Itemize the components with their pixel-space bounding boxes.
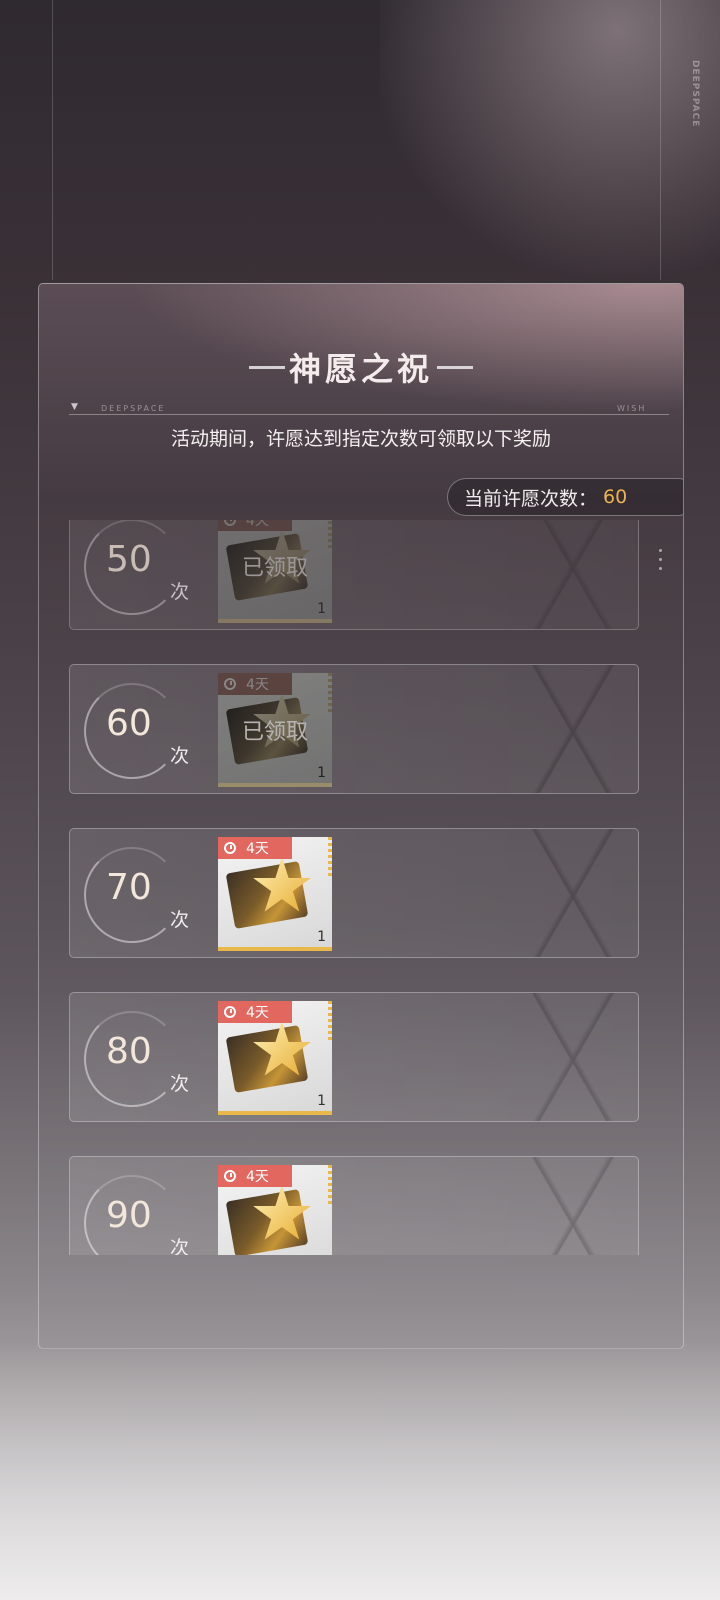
duration-text: 4天 — [246, 841, 269, 857]
milestone-count: 50 — [106, 539, 152, 580]
reward-item[interactable]: 4天 1 已领取 — [218, 673, 332, 787]
reward-row[interactable]: 70 次 4天 1 — [69, 828, 639, 958]
duration-tag: 4天 — [218, 1001, 292, 1023]
reward-card-icon — [225, 1025, 309, 1093]
triangle-pattern — [508, 520, 638, 629]
reward-edge — [328, 1165, 332, 1205]
deco-label-left: DEEPSPACE — [101, 404, 166, 413]
reward-card-icon — [225, 861, 309, 929]
reward-item[interactable]: 4天 1 — [218, 1001, 332, 1115]
reward-item[interactable]: 4天 1 — [218, 1165, 332, 1255]
background-line — [52, 0, 53, 280]
triangle-pattern — [508, 993, 638, 1121]
panel-subtitle: 活动期间，许愿达到指定次数可领取以下奖励 — [170, 428, 551, 450]
duration-text: 4天 — [246, 1005, 269, 1021]
reward-row[interactable]: 80 次 4天 1 — [69, 992, 639, 1122]
wish-reward-panel: 神愿之祝 ▼ DEEPSPACE WISH 活动期间，许愿达到指定次数可领取以下… — [38, 283, 684, 1349]
background-line — [660, 0, 661, 280]
milestone-count: 70 — [106, 867, 152, 908]
clock-icon — [224, 842, 236, 854]
background-glow — [380, 0, 720, 300]
triangle-pattern — [508, 665, 638, 793]
watermark-text: DEEPSPACE — [690, 60, 700, 128]
triangle-marker-icon: ▼ — [71, 402, 78, 412]
reward-card-icon — [225, 1189, 309, 1255]
milestone-count: 90 — [106, 1195, 152, 1236]
reward-item[interactable]: 4天 1 已领取 — [218, 520, 332, 623]
reward-item[interactable]: 4天 1 — [218, 837, 332, 951]
header-divider — [69, 414, 669, 415]
reward-quantity: 1 — [317, 1093, 326, 1109]
milestone-unit: 次 — [170, 909, 190, 931]
claimed-overlay: 已领取 — [218, 520, 332, 619]
wish-count-label: 当前许愿次数： — [464, 487, 598, 510]
duration-tag: 4天 — [218, 837, 292, 859]
background-bottom-fade — [0, 1340, 720, 1600]
deco-label-right: WISH — [617, 404, 647, 413]
wish-count-value: 60 — [603, 486, 628, 508]
reward-row[interactable]: 60 次 4天 1 已领取 — [69, 664, 639, 794]
reward-quantity: 1 — [317, 929, 326, 945]
scroll-indicator — [659, 549, 662, 576]
triangle-pattern — [508, 829, 638, 957]
panel-title: 神愿之祝 — [288, 350, 433, 388]
reward-edge — [328, 1001, 332, 1041]
wish-count-pill: 当前许愿次数： 60 — [447, 478, 683, 516]
milestone-count: 80 — [106, 1031, 152, 1072]
duration-tag: 4天 — [218, 1165, 292, 1187]
claimed-overlay: 已领取 — [218, 673, 332, 783]
milestone-count: 60 — [106, 703, 152, 744]
reward-row[interactable]: 50 次 4天 1 已领取 — [69, 520, 639, 630]
triangle-pattern — [508, 1157, 638, 1255]
clock-icon — [224, 1170, 236, 1182]
reward-edge — [328, 837, 332, 877]
milestone-unit: 次 — [170, 1237, 190, 1255]
milestone-unit: 次 — [170, 745, 190, 767]
clock-icon — [224, 1006, 236, 1018]
milestone-unit: 次 — [170, 581, 190, 603]
reward-row[interactable]: 90 次 4天 1 — [69, 1156, 639, 1255]
reward-list[interactable]: 50 次 4天 1 已领取 60 次 4天 1 已领取 70 次 4天 1 80… — [69, 520, 639, 1255]
duration-text: 4天 — [246, 1169, 269, 1185]
milestone-unit: 次 — [170, 1073, 190, 1095]
